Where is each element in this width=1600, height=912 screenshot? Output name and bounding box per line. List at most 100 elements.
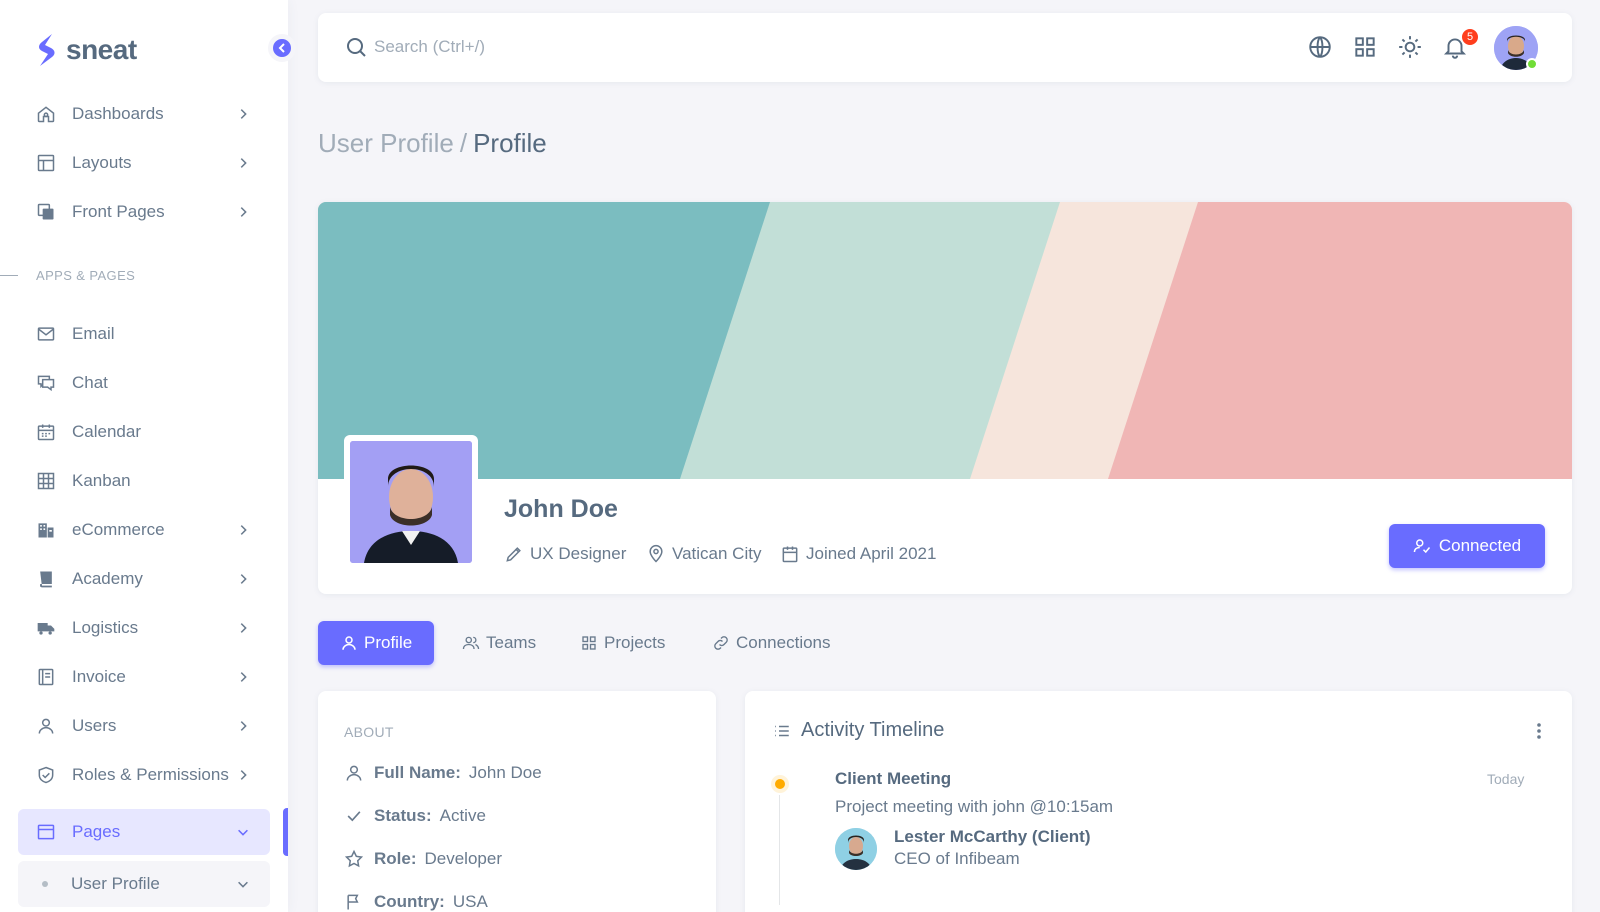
about-row-country: Country: USA (344, 892, 488, 912)
chevron-right-icon (236, 767, 252, 783)
sidebar-item-kanban[interactable]: Kanban (18, 459, 270, 503)
sidebar-item-dashboards[interactable]: Dashboards (18, 92, 270, 136)
profile-joined: Joined April 2021 (780, 544, 936, 564)
tab-label: Connections (736, 633, 831, 652)
home-icon (36, 104, 56, 124)
connected-button-label: Connected (1438, 536, 1522, 555)
section-divider (0, 275, 18, 276)
flag-icon (347, 894, 359, 910)
about-card: ABOUT Full Name: John Doe Status: Active… (318, 691, 716, 912)
sidebar-item-label: Calendar (72, 422, 141, 441)
collapse-sidebar-button[interactable] (268, 34, 296, 62)
brand[interactable]: sneat (34, 30, 137, 70)
chevron-right-icon (236, 106, 252, 122)
sidebar-item-logistics[interactable]: Logistics (18, 606, 270, 650)
chevron-left-icon (278, 43, 285, 53)
chevron-right-icon (236, 155, 252, 171)
sun-icon[interactable] (1396, 33, 1424, 61)
about-key: Status: (374, 806, 432, 825)
about-row-role: Role: Developer (344, 849, 502, 869)
sidebar-item-pages[interactable]: Pages (18, 809, 270, 855)
timeline-title-text: Activity Timeline (801, 719, 945, 741)
timeline-event-time: Today (1487, 771, 1525, 787)
chevron-right-icon (236, 620, 252, 636)
sidebar-item-label: Roles & Permissions (72, 765, 229, 784)
profile-picture[interactable] (344, 435, 478, 569)
truck-icon (36, 618, 56, 638)
sidebar-item-label: Kanban (72, 471, 131, 490)
tab-projects[interactable]: Projects (558, 621, 687, 665)
profile-banner (318, 202, 1572, 479)
timeline-title: Activity Timeline (773, 719, 944, 742)
profile-location-text: Vatican City (672, 544, 762, 563)
sidebar-item-invoice[interactable]: Invoice (18, 655, 270, 699)
apps-grid-icon[interactable] (1351, 33, 1379, 61)
profile-name: John Doe (504, 495, 618, 523)
client-avatar-icon (835, 828, 877, 870)
sidebar-item-academy[interactable]: Academy (18, 557, 270, 601)
link-icon (714, 636, 728, 650)
section-header-label: APPS & PAGES (36, 268, 136, 283)
profile-title: UX Designer (504, 544, 626, 564)
sidebar-item-label: Email (72, 324, 115, 343)
dot-icon (42, 881, 48, 887)
profile-location: Vatican City (646, 544, 761, 564)
brand-name: sneat (66, 34, 137, 65)
about-value: USA (452, 892, 488, 911)
chevron-right-icon (236, 522, 252, 538)
connected-button[interactable]: Connected (1389, 524, 1545, 568)
globe-icon[interactable] (1306, 33, 1334, 61)
sidebar-item-calendar[interactable]: Calendar (18, 410, 270, 454)
top-navbar: 5 (318, 13, 1572, 82)
breadcrumb: User Profile / Profile (318, 128, 547, 159)
sidebar-item-roles-permissions[interactable]: Roles & Permissions (18, 753, 270, 797)
user-icon (36, 716, 56, 736)
activity-timeline-card: Activity Timeline Client Meeting Today P… (745, 691, 1572, 912)
calendar-icon (782, 546, 798, 563)
tab-teams[interactable]: Teams (440, 621, 558, 665)
tab-profile[interactable]: Profile (318, 621, 435, 665)
breadcrumb-separator: / (459, 128, 468, 158)
sidebar-item-label: Invoice (72, 667, 126, 686)
chevron-right-icon (236, 669, 252, 685)
tab-connections[interactable]: Connections (690, 621, 853, 665)
sidebar-item-email[interactable]: Email (18, 312, 270, 356)
avatar[interactable] (835, 828, 877, 870)
sidebar-item-chat[interactable]: Chat (18, 361, 270, 405)
tab-label: Projects (604, 633, 666, 652)
map-pin-icon (649, 544, 663, 563)
timeline-line (779, 795, 780, 905)
sidebar-item-layouts[interactable]: Layouts (18, 141, 270, 185)
sidebar-item-users[interactable]: Users (18, 704, 270, 748)
star-icon (344, 849, 364, 868)
online-status-dot (1526, 58, 1538, 70)
chat-icon (36, 373, 56, 393)
sidebar-item-front-pages[interactable]: Front Pages (18, 190, 270, 234)
profile-joined-text: Joined April 2021 (806, 544, 937, 563)
breadcrumb-parent[interactable]: User Profile (318, 128, 454, 158)
about-key: Country: (374, 892, 445, 911)
sidebar-item-label: Front Pages (72, 202, 165, 221)
about-row-full-name: Full Name: John Doe (344, 763, 542, 783)
user-icon (346, 765, 362, 781)
sidebar-item-user-profile[interactable]: User Profile (18, 861, 270, 907)
sidebar-item-label: Layouts (72, 153, 132, 172)
timeline-person-name[interactable]: Lester McCarthy (Client) (894, 827, 1090, 847)
more-vertical-icon[interactable] (1531, 721, 1547, 741)
profile-title-text: UX Designer (530, 544, 627, 563)
calendar-icon (36, 422, 56, 442)
timeline-event-description: Project meeting with john @10:15am (835, 797, 1114, 816)
envelope-icon (36, 324, 56, 344)
user-portrait-icon (350, 441, 472, 563)
sidebar-item-ecommerce[interactable]: eCommerce (18, 508, 270, 552)
sidebar-item-label: eCommerce (72, 520, 165, 539)
check-icon (347, 811, 361, 822)
sidebar: sneat Dashboards Layouts Front Pages APP… (0, 0, 288, 912)
shield-check-icon (36, 765, 56, 785)
search-icon[interactable] (344, 35, 368, 59)
profile-header-card: John Doe UX Designer Vatican City Joined… (318, 202, 1572, 594)
about-value: John Doe (468, 763, 542, 782)
chevron-down-icon (236, 824, 252, 840)
search-input[interactable] (374, 33, 774, 61)
about-heading: ABOUT (344, 724, 394, 740)
